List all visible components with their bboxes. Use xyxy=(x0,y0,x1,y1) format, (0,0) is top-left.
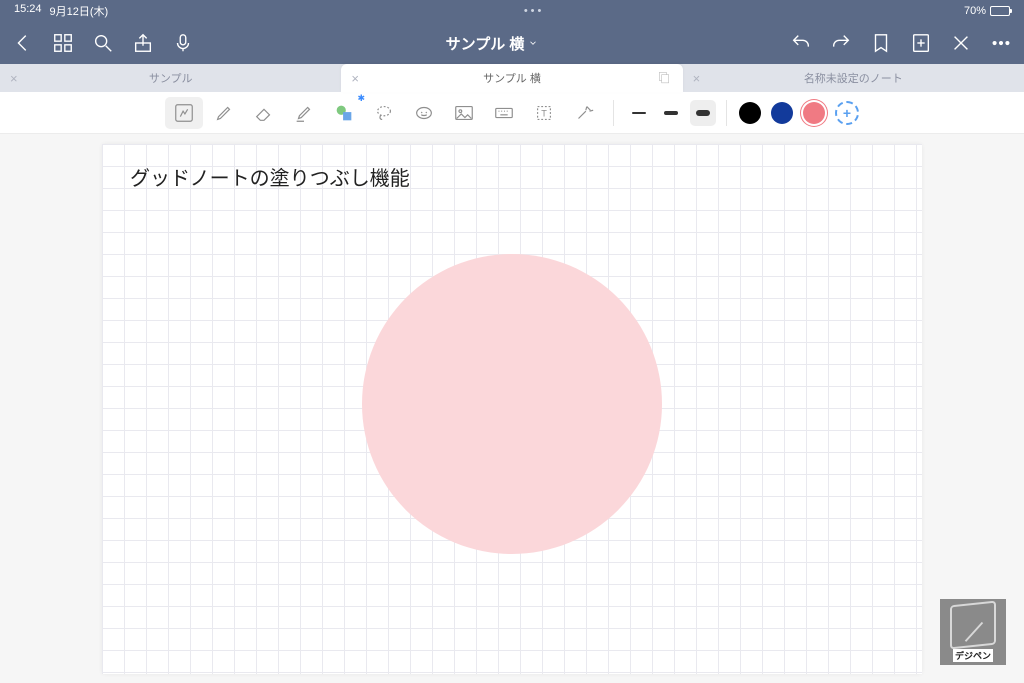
more-button[interactable] xyxy=(990,32,1012,54)
redo-button[interactable] xyxy=(830,32,852,54)
watermark-label: デジペン xyxy=(953,649,993,662)
highlighter-tool[interactable] xyxy=(285,97,323,129)
tablet-icon xyxy=(950,600,996,649)
stroke-thin[interactable] xyxy=(626,100,652,126)
document-title[interactable]: サンプル 横 xyxy=(194,33,790,54)
status-time: 15:24 xyxy=(14,3,42,19)
battery-icon xyxy=(990,6,1010,16)
watermark-logo: デジペン xyxy=(940,599,1006,665)
eraser-tool[interactable] xyxy=(245,97,283,129)
grid-view-button[interactable] xyxy=(52,32,74,54)
share-button[interactable] xyxy=(132,32,154,54)
multitask-dots[interactable]: ••• xyxy=(108,5,960,17)
toolbar-divider xyxy=(726,100,727,126)
lasso-tool[interactable] xyxy=(365,97,403,129)
pen-tool[interactable] xyxy=(205,97,243,129)
keyboard-tool[interactable] xyxy=(485,97,523,129)
stroke-medium[interactable] xyxy=(658,100,684,126)
close-button[interactable] xyxy=(950,32,972,54)
laser-tool[interactable] xyxy=(565,97,603,129)
tab-close-icon[interactable]: × xyxy=(693,71,701,86)
color-black[interactable] xyxy=(739,102,761,124)
status-bar: 15:24 9月12日(木) ••• 70% xyxy=(0,0,1024,22)
canvas-area: グッドノートの塗りつぶし機能 xyxy=(0,134,1024,683)
tab-sample-landscape[interactable]: × サンプル 横 xyxy=(341,64,682,92)
tab-untitled[interactable]: × 名称未設定のノート xyxy=(683,64,1024,92)
undo-button[interactable] xyxy=(790,32,812,54)
chevron-down-icon xyxy=(528,38,538,48)
color-blue[interactable] xyxy=(771,102,793,124)
tab-close-icon[interactable]: × xyxy=(10,71,18,86)
zoom-tool[interactable] xyxy=(165,97,203,129)
filled-circle-shape xyxy=(362,254,662,554)
tab-label: サンプル xyxy=(149,70,193,86)
text-tool[interactable]: T xyxy=(525,97,563,129)
tool-bar: ✱ T + xyxy=(0,92,1024,134)
search-button[interactable] xyxy=(92,32,114,54)
add-color-button[interactable]: + xyxy=(835,101,859,125)
tab-label: 名称未設定のノート xyxy=(804,70,903,86)
color-pink[interactable] xyxy=(803,102,825,124)
stroke-thick[interactable] xyxy=(690,100,716,126)
status-date: 9月12日(木) xyxy=(50,3,109,19)
tab-strip: × サンプル × サンプル 横 × 名称未設定のノート xyxy=(0,64,1024,92)
tab-sample[interactable]: × サンプル xyxy=(0,64,341,92)
shape-tool[interactable]: ✱ xyxy=(325,97,363,129)
add-page-button[interactable] xyxy=(910,32,932,54)
toolbar-divider xyxy=(613,100,614,126)
bluetooth-indicator-icon: ✱ xyxy=(357,93,365,104)
svg-text:T: T xyxy=(541,108,547,118)
bookmark-button[interactable] xyxy=(870,32,892,54)
back-button[interactable] xyxy=(12,32,34,54)
nav-bar: サンプル 横 xyxy=(0,22,1024,64)
note-page[interactable]: グッドノートの塗りつぶし機能 xyxy=(102,144,922,674)
mic-button[interactable] xyxy=(172,32,194,54)
page-text: グッドノートの塗りつぶし機能 xyxy=(130,162,410,191)
duplicate-tab-icon[interactable] xyxy=(657,70,671,87)
tab-close-icon[interactable]: × xyxy=(351,71,359,86)
battery-pct: 70% xyxy=(964,5,986,17)
sticker-tool[interactable] xyxy=(405,97,443,129)
image-tool[interactable] xyxy=(445,97,483,129)
tab-label: サンプル 横 xyxy=(483,70,541,86)
